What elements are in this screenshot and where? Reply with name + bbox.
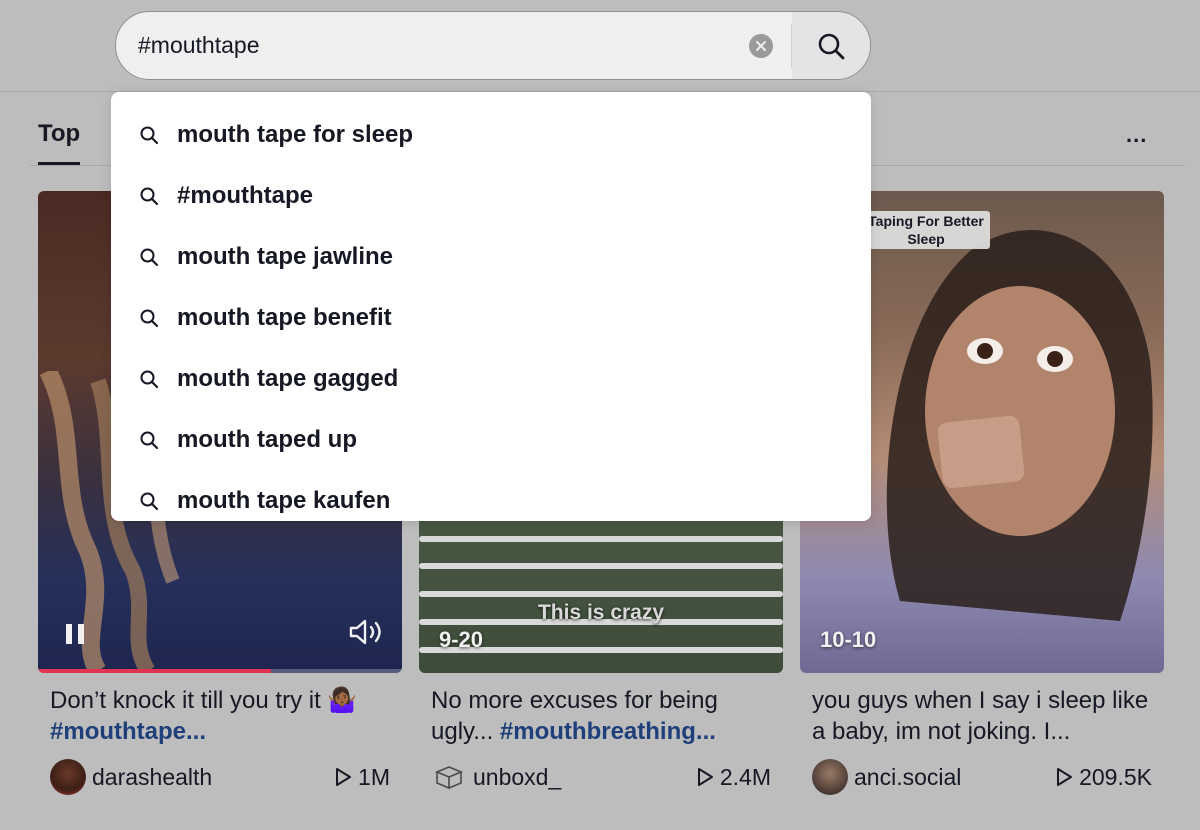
video-meta: darashealth 1M (38, 759, 402, 795)
shirt-stripe (419, 563, 783, 569)
suggestion-label: mouth tape benefit (177, 304, 392, 331)
search-icon (140, 309, 159, 328)
search-icon (140, 431, 159, 450)
play-icon (1057, 768, 1073, 786)
hashtag-link[interactable]: #mouthtape... (50, 718, 206, 745)
avatar[interactable] (431, 759, 467, 795)
tab-top[interactable]: Top (38, 120, 80, 148)
video-date: 10-10 (820, 627, 877, 652)
shirt-stripe (419, 591, 783, 597)
play-count: 209.5K (1055, 764, 1152, 791)
play-count-value: 2.4M (719, 763, 771, 790)
shirt-stripe (419, 536, 783, 542)
search-input[interactable] (116, 12, 749, 79)
suggestion-item[interactable]: mouth tape kaufen (111, 472, 871, 521)
more-options-button[interactable]: ... (1126, 122, 1147, 148)
pause-icon[interactable] (64, 622, 88, 651)
play-icon (336, 768, 352, 786)
search-icon (140, 187, 159, 206)
search-icon (140, 126, 159, 145)
suggestion-label: mouth tape for sleep (177, 121, 414, 148)
face-decoration (886, 229, 1153, 621)
x-circle-icon (756, 40, 766, 51)
description-text: you guys when I say i sleep like a baby,… (812, 687, 1149, 745)
play-count-value: 209.5K (1079, 763, 1152, 790)
suggestion-item[interactable]: mouth tape jawline (111, 228, 871, 286)
playback-progress[interactable] (38, 669, 402, 673)
suggestion-label: mouth tape jawline (177, 243, 394, 270)
search-suggestions-dropdown: mouth tape for sleep #mouthtape mouth ta… (111, 92, 871, 521)
search-icon (818, 33, 845, 59)
play-count: 2.4M (696, 764, 771, 791)
play-icon (697, 768, 713, 786)
suggestion-label: mouth tape kaufen (177, 487, 391, 514)
suggestion-label: mouth taped up (177, 426, 357, 453)
suggestion-item[interactable]: mouth tape gagged (111, 350, 871, 408)
video-overlay-tag: Taping For Better Sleep (862, 211, 990, 249)
video-date: 9-20 (439, 627, 484, 652)
suggestion-label: #mouthtape (177, 182, 314, 209)
video-description[interactable]: Don’t knock it till you try it 🤷🏾‍♀️ #mo… (38, 685, 402, 749)
username[interactable]: unboxd_ (473, 764, 696, 791)
avatar[interactable] (812, 759, 848, 795)
search-submit-button[interactable] (792, 12, 870, 79)
search-icon (140, 492, 159, 511)
username[interactable]: darashealth (92, 764, 334, 791)
description-text: Don’t knock it till you try it 🤷🏾‍♀️ (50, 687, 358, 714)
search-icon (140, 370, 159, 389)
hashtag-link[interactable]: #mouthbreathing... (500, 718, 716, 745)
video-description[interactable]: No more excuses for being ugly... #mouth… (419, 685, 783, 749)
avatar[interactable] (50, 759, 86, 795)
video-meta: anci.social 209.5K (800, 759, 1164, 795)
play-count-value: 1M (358, 763, 390, 790)
suggestion-item[interactable]: mouth tape for sleep (111, 106, 871, 164)
search-icon (140, 248, 159, 267)
video-description[interactable]: you guys when I say i sleep like a baby,… (800, 685, 1164, 749)
mouth-tape (936, 414, 1026, 490)
sound-icon[interactable] (348, 618, 384, 651)
search-box[interactable] (115, 11, 871, 80)
playback-progress-fill (38, 669, 271, 673)
suggestion-item[interactable]: mouth tape benefit (111, 289, 871, 347)
video-meta: unboxd_ 2.4M (419, 759, 783, 795)
video-caption: This is crazy (537, 601, 665, 624)
username[interactable]: anci.social (854, 764, 1055, 791)
search-header (0, 0, 1200, 92)
suggestion-item[interactable]: #mouthtape (111, 167, 871, 225)
suggestion-item[interactable]: mouth taped up (111, 411, 871, 469)
clear-search-button[interactable] (749, 33, 773, 58)
play-count: 1M (334, 764, 390, 791)
suggestion-label: mouth tape gagged (177, 365, 399, 392)
box-icon (434, 766, 464, 790)
